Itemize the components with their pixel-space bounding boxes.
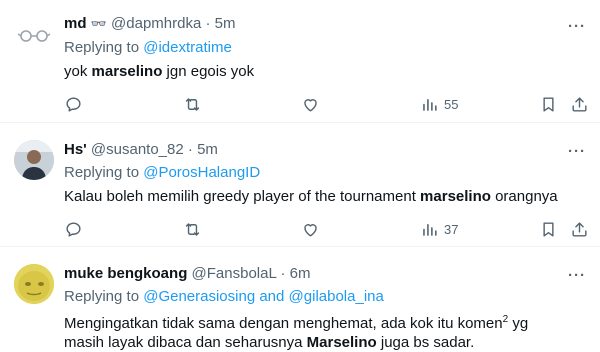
more-options-icon[interactable]: ··· (568, 144, 586, 165)
text-segment: masih layak dibaca dan seharusnya (64, 334, 307, 351)
like-button[interactable] (301, 219, 320, 239)
reply-button[interactable] (64, 94, 83, 114)
replying-prefix: Replying to (64, 164, 140, 181)
user-handle[interactable]: @dapmhrdka (111, 15, 201, 32)
bookmark-button[interactable] (539, 94, 558, 114)
bookmark-icon (543, 221, 554, 237)
mention-link[interactable]: @PorosHalangID (143, 164, 260, 181)
share-button[interactable] (570, 219, 589, 239)
tweet-2[interactable]: Hs' @susanto_82 · 5m ··· Replying to @Po… (0, 123, 600, 245)
separator-dot: · (280, 265, 286, 282)
avatar-md[interactable] (14, 16, 54, 56)
display-name[interactable]: md (64, 15, 87, 32)
person-avatar-icon (14, 140, 54, 180)
more-options-icon[interactable]: ··· (568, 268, 586, 289)
timestamp[interactable]: 5m (215, 15, 236, 32)
reply-icon (66, 96, 81, 112)
replying-to: Replying to @Generasiosing and @gilabola… (64, 287, 384, 307)
heart-icon (304, 223, 317, 237)
retweet-button[interactable] (183, 219, 202, 239)
glasses-emoji: 👓 (90, 16, 107, 31)
retweet-button[interactable] (183, 94, 202, 114)
views-button[interactable]: 55 (420, 94, 458, 114)
tweet-text: Kalau boleh memilih greedy player of the… (64, 187, 584, 207)
text-segment: Kalau boleh memilih greedy player of the… (64, 188, 421, 205)
bookmark-icon (543, 96, 554, 112)
retweet-icon (185, 222, 200, 236)
views-count: 37 (444, 221, 459, 237)
text-segment: jgn egois yok (162, 63, 255, 80)
face-avatar-icon (14, 264, 54, 304)
replying-prefix: Replying to (64, 39, 140, 56)
tweet-header: md 👓 @dapmhrdka · 5m (64, 14, 236, 34)
text-bold: marselino (91, 63, 163, 80)
user-handle[interactable]: @susanto_82 (91, 141, 184, 158)
glasses-avatar-icon (17, 30, 51, 42)
views-chart-icon (423, 98, 437, 111)
replying-to: Replying to @idextratime (64, 38, 232, 58)
action-bar: 37 (64, 219, 594, 239)
mention-link[interactable]: @gilabola_ina (289, 288, 384, 305)
views-chart-icon (423, 223, 437, 236)
text-bold: Marselino (306, 334, 377, 351)
replying-to: Replying to @PorosHalangID (64, 163, 260, 183)
retweet-icon (185, 97, 200, 111)
separator-dot: · (187, 141, 193, 158)
text-segment: yok (64, 63, 92, 80)
share-icon (572, 221, 587, 237)
text-segment: juga bs sadar. (376, 334, 475, 351)
display-name[interactable]: muke bengkoang (64, 265, 187, 282)
share-icon (572, 96, 587, 112)
mention-joiner: and (259, 288, 285, 305)
text-segment: yg (508, 315, 529, 332)
mention-link[interactable]: @idextratime (143, 39, 232, 56)
views-count: 55 (444, 96, 459, 112)
share-button[interactable] (570, 94, 589, 114)
text-segment: orangnya (490, 188, 558, 205)
reply-button[interactable] (64, 219, 83, 239)
timestamp[interactable]: 6m (290, 265, 311, 282)
action-bar: 55 (64, 94, 594, 114)
heart-icon (304, 98, 317, 112)
tweet-text: yok marselino jgn egois yok (64, 62, 584, 82)
tweet-3[interactable]: muke bengkoang @FansbolaL · 6m ··· Reply… (0, 247, 600, 351)
display-name[interactable]: Hs' (64, 141, 87, 158)
text-segment: Mengingatkan tidak sama dengan menghemat… (64, 315, 503, 332)
tweet-1[interactable]: md 👓 @dapmhrdka · 5m ··· Replying to @id… (0, 0, 600, 122)
views-button[interactable]: 37 (420, 219, 458, 239)
reply-icon (66, 221, 81, 237)
avatar-muke[interactable] (14, 264, 54, 304)
avatar-hs[interactable] (14, 140, 54, 180)
more-options-icon[interactable]: ··· (568, 19, 586, 40)
mention-link[interactable]: @Generasiosing (143, 288, 255, 305)
user-handle[interactable]: @FansbolaL (192, 265, 277, 282)
timestamp[interactable]: 5m (197, 141, 218, 158)
separator-dot: · (205, 15, 211, 32)
tweet-header: Hs' @susanto_82 · 5m (64, 140, 218, 160)
tweet-header: muke bengkoang @FansbolaL · 6m (64, 264, 310, 284)
text-bold: marselino (420, 188, 491, 205)
like-button[interactable] (301, 94, 320, 114)
replying-prefix: Replying to (64, 288, 140, 305)
tweet-text: Mengingatkan tidak sama dengan menghemat… (64, 310, 584, 352)
bookmark-button[interactable] (539, 219, 558, 239)
